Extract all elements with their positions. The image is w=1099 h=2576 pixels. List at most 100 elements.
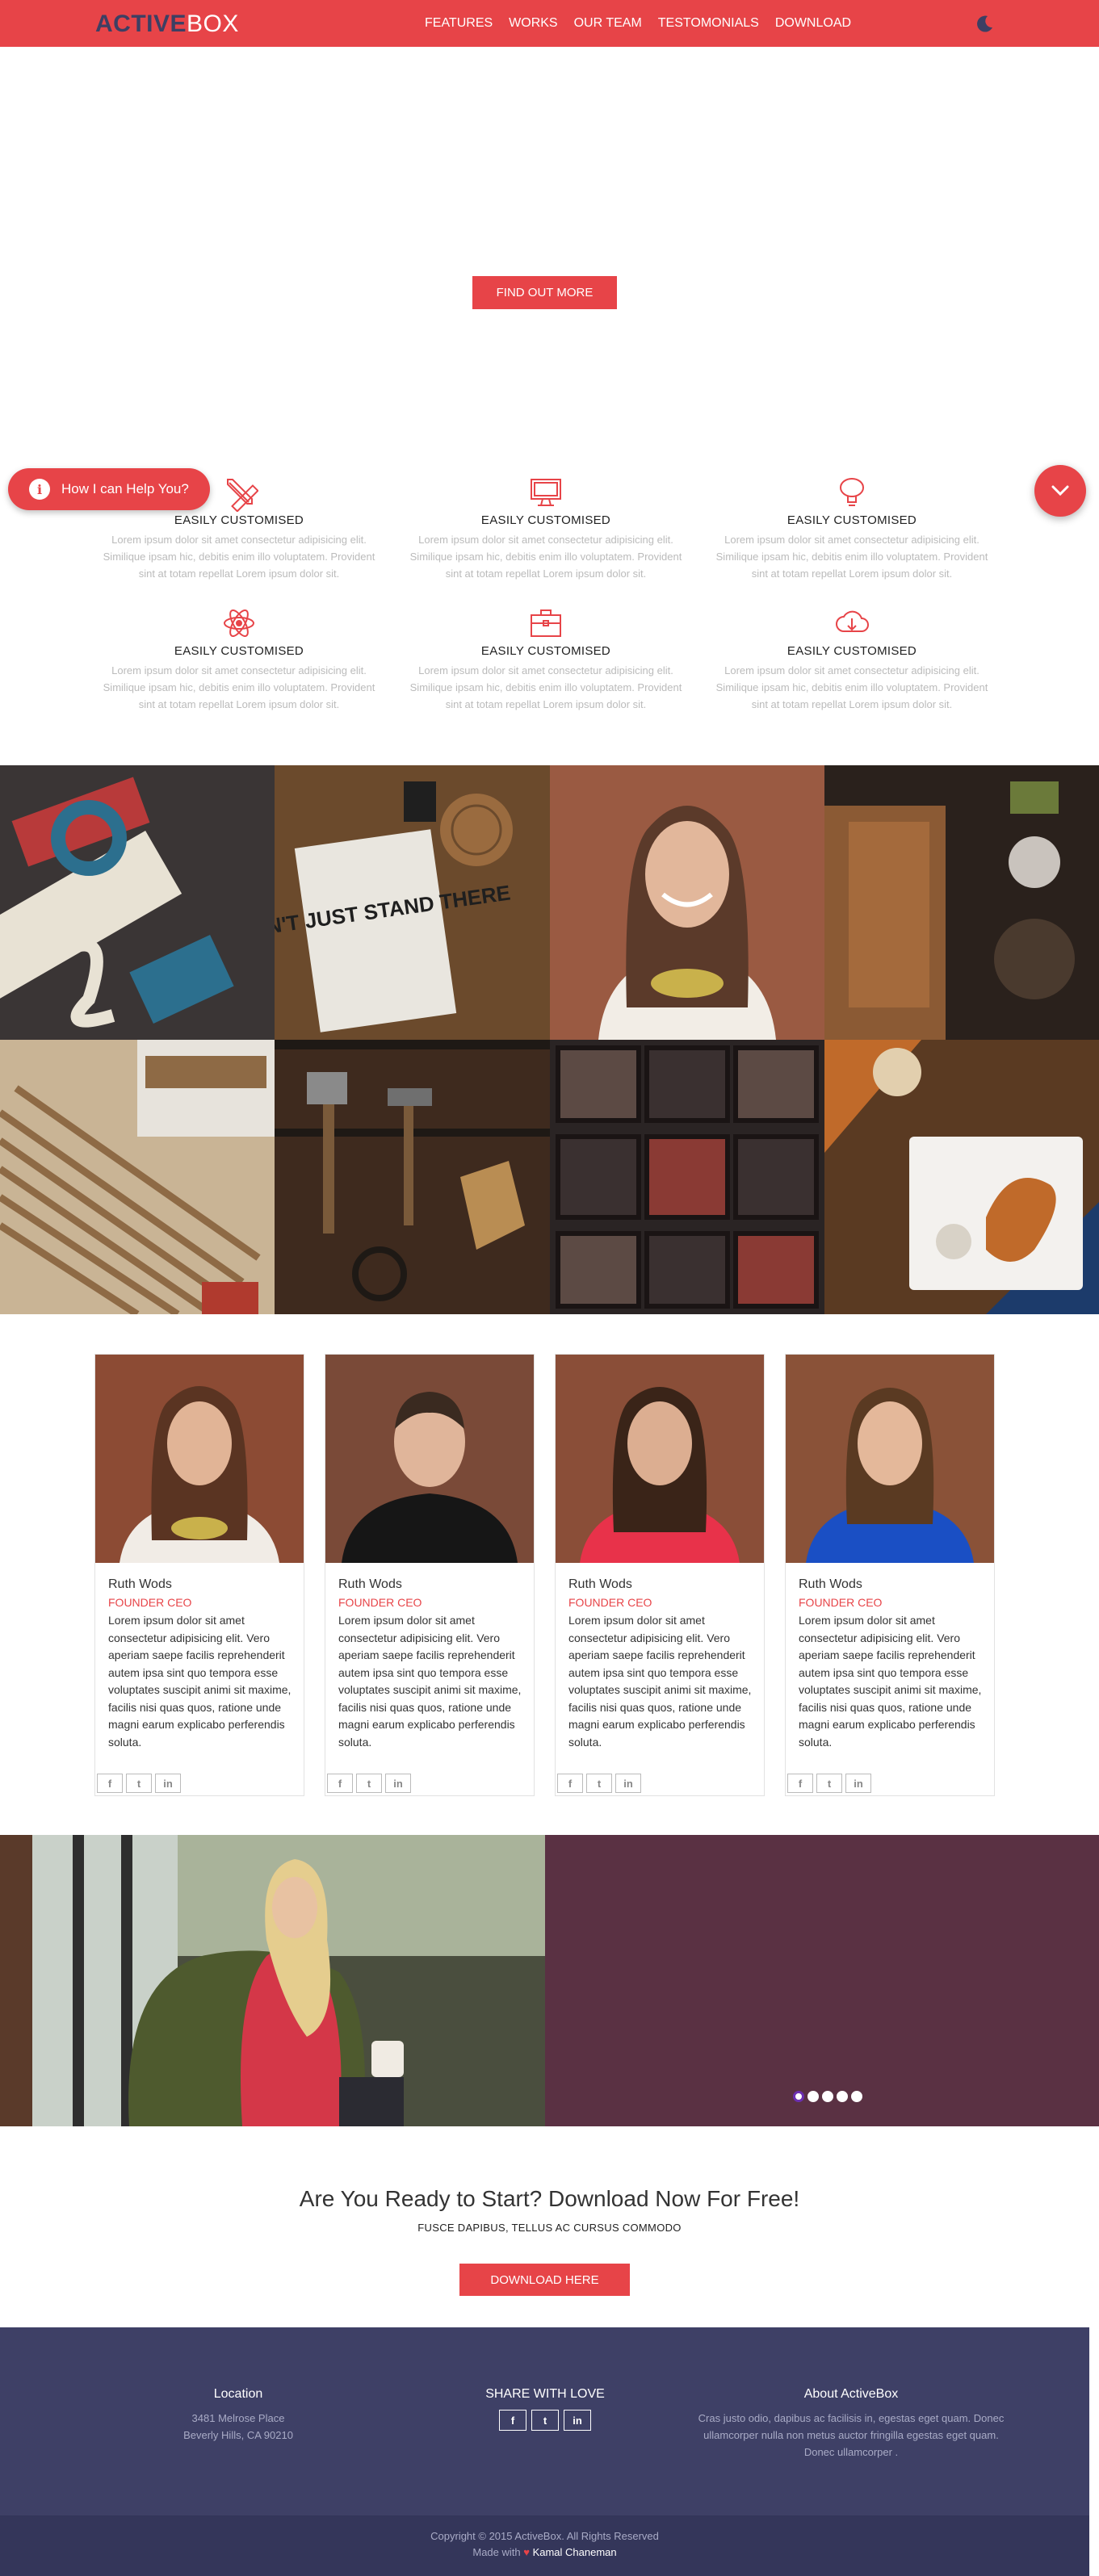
linkedin-icon[interactable]: in xyxy=(155,1774,181,1793)
gallery-image xyxy=(824,765,1099,1040)
feature-title: EASILY CUSTOMISED xyxy=(174,513,304,527)
footer-location-title: Location xyxy=(213,2387,263,2401)
twitter-icon[interactable]: t xyxy=(531,2410,559,2431)
linkedin-icon[interactable]: in xyxy=(385,1774,411,1793)
slider-dot[interactable] xyxy=(851,2091,862,2102)
nav-item-works[interactable]: WORKS xyxy=(509,16,557,31)
moon-icon[interactable] xyxy=(972,11,996,36)
testimonial-panel xyxy=(545,1835,1099,2126)
team-card: Ruth Wods FOUNDER CEO Lorem ipsum dolor … xyxy=(325,1354,535,1796)
logo-part-active: ACTIVE xyxy=(95,10,187,37)
gallery-tile[interactable] xyxy=(275,1040,550,1314)
find-out-more-button[interactable]: FIND OUT MORE xyxy=(472,276,617,309)
feature-item: EASILY CUSTOMISED Lorem ipsum dolor sit … xyxy=(715,473,989,582)
slider-dot[interactable] xyxy=(837,2091,848,2102)
linkedin-icon[interactable]: in xyxy=(615,1774,641,1793)
footer-about-text: Cras justo odio, dapibus ac facilisis in… xyxy=(698,2412,1005,2458)
footer-share-title: SHARE WITH LOVE xyxy=(485,2387,605,2401)
footer-share: SHARE WITH LOVE f t in xyxy=(392,2387,698,2431)
team-socials: f t in xyxy=(327,1774,411,1793)
cloud-download-icon xyxy=(836,610,869,632)
nav-item-download[interactable]: DOWNLOAD xyxy=(775,16,851,31)
footer-bottom: Copyright © 2015 ActiveBox. All Rights R… xyxy=(0,2515,1089,2576)
cta-title: Are You Ready to Start? Download Now For… xyxy=(299,2186,800,2211)
logo[interactable]: ACTIVEBOX xyxy=(95,12,239,36)
team-bio: Lorem ipsum dolor sit amet consectetur a… xyxy=(568,1614,752,1749)
team-socials: f t in xyxy=(787,1774,871,1793)
feature-title: EASILY CUSTOMISED xyxy=(174,644,304,658)
twitter-icon[interactable]: t xyxy=(356,1774,382,1793)
copyright: Copyright © 2015 ActiveBox. All Rights R… xyxy=(430,2530,659,2542)
linkedin-icon[interactable]: in xyxy=(845,1774,871,1793)
logo-part-box: BOX xyxy=(187,10,239,37)
team-photo xyxy=(325,1355,534,1563)
feature-text: Lorem ipsum dolor sit amet consectetur a… xyxy=(409,664,682,710)
footer-socials: f t in xyxy=(392,2410,698,2431)
feature-title: EASILY CUSTOMISED xyxy=(480,513,611,527)
nav-item-features[interactable]: FEATURES xyxy=(425,16,493,31)
atom-icon xyxy=(224,609,254,637)
gallery-image xyxy=(0,765,275,1040)
navbar: ACTIVEBOX FEATURES WORKS OUR TEAM TESTOM… xyxy=(0,0,1099,47)
footer-location: Location 3481 Melrose Place Beverly Hills… xyxy=(85,2387,392,2444)
pencil-ruler-icon xyxy=(227,479,258,512)
facebook-icon[interactable]: f xyxy=(97,1774,123,1793)
team-role: FOUNDER CEO xyxy=(568,1596,652,1609)
cta-subtitle: FUSCE DAPIBUS, TELLUS AC CURSUS COMMODO xyxy=(417,2222,682,2234)
twitter-icon[interactable]: t xyxy=(586,1774,612,1793)
twitter-icon[interactable]: t xyxy=(126,1774,152,1793)
facebook-icon[interactable]: f xyxy=(327,1774,353,1793)
team-card: Ruth Wods FOUNDER CEO Lorem ipsum dolor … xyxy=(555,1354,765,1796)
gallery-tile[interactable] xyxy=(0,765,275,1040)
facebook-icon[interactable]: f xyxy=(557,1774,583,1793)
team-name: Ruth Wods xyxy=(108,1577,172,1591)
feature-item: EASILY CUSTOMISED Lorem ipsum dolor sit … xyxy=(102,473,376,582)
slider-dot[interactable] xyxy=(807,2091,819,2102)
gallery-image: DON'T JUST STAND THERE xyxy=(275,765,550,1040)
gallery-tile[interactable] xyxy=(824,1040,1099,1314)
feature-title: EASILY CUSTOMISED xyxy=(786,644,917,658)
briefcase-icon xyxy=(531,609,561,637)
team-photo xyxy=(95,1355,304,1563)
nav-item-testimonials[interactable]: TESTOMONIALS xyxy=(658,16,759,31)
gallery-tile[interactable] xyxy=(824,765,1099,1040)
footer-about-title: About ActiveBox xyxy=(803,2387,899,2401)
slider-dot[interactable] xyxy=(822,2091,833,2102)
gallery-tile[interactable] xyxy=(549,1040,824,1314)
gallery-image xyxy=(824,1040,1099,1314)
team-card: Ruth Wods FOUNDER CEO Lorem ipsum dolor … xyxy=(785,1354,995,1796)
nav-item-our-team[interactable]: OUR TEAM xyxy=(574,16,642,31)
gallery-image xyxy=(275,1040,550,1314)
heart-icon: ♥ xyxy=(523,2546,530,2558)
team-bio: Lorem ipsum dolor sit amet consectetur a… xyxy=(108,1614,292,1749)
scroll-down-button[interactable] xyxy=(1034,465,1086,517)
facebook-icon[interactable]: f xyxy=(787,1774,813,1793)
team-socials: f t in xyxy=(557,1774,641,1793)
twitter-icon[interactable]: t xyxy=(816,1774,842,1793)
monitor-icon xyxy=(531,479,561,506)
gallery-image xyxy=(0,1040,275,1314)
made-with-label: Made with xyxy=(472,2546,521,2558)
team-photo xyxy=(786,1355,994,1563)
team-bio: Lorem ipsum dolor sit amet consectetur a… xyxy=(338,1614,522,1749)
gallery-tile[interactable] xyxy=(0,1040,275,1314)
author-link[interactable]: Kamal Chaneman xyxy=(533,2546,617,2558)
slider-dot[interactable] xyxy=(793,2091,804,2102)
testimonial-photo xyxy=(0,1835,545,2126)
slider-dots xyxy=(793,2091,862,2102)
feature-text: Lorem ipsum dolor sit amet consectetur a… xyxy=(715,534,988,580)
feature-item: EASILY CUSTOMISED Lorem ipsum dolor sit … xyxy=(715,604,989,713)
feature-text: Lorem ipsum dolor sit amet consectetur a… xyxy=(409,534,682,580)
feature-title: EASILY CUSTOMISED xyxy=(480,644,611,658)
gallery-tile[interactable] xyxy=(549,765,824,1040)
feature-text: Lorem ipsum dolor sit amet consectetur a… xyxy=(715,664,988,710)
facebook-icon[interactable]: f xyxy=(499,2410,526,2431)
team-socials: f t in xyxy=(97,1774,181,1793)
footer: Location 3481 Melrose Place Beverly Hills… xyxy=(0,2327,1089,2515)
gallery-tile[interactable]: DON'T JUST STAND THERE xyxy=(275,765,550,1040)
chevron-down-icon xyxy=(1051,485,1069,496)
download-here-button[interactable]: DOWNLOAD HERE xyxy=(459,2264,630,2296)
linkedin-icon[interactable]: in xyxy=(564,2410,591,2431)
team-role: FOUNDER CEO xyxy=(799,1596,883,1609)
feature-text: Lorem ipsum dolor sit amet consectetur a… xyxy=(103,534,375,580)
